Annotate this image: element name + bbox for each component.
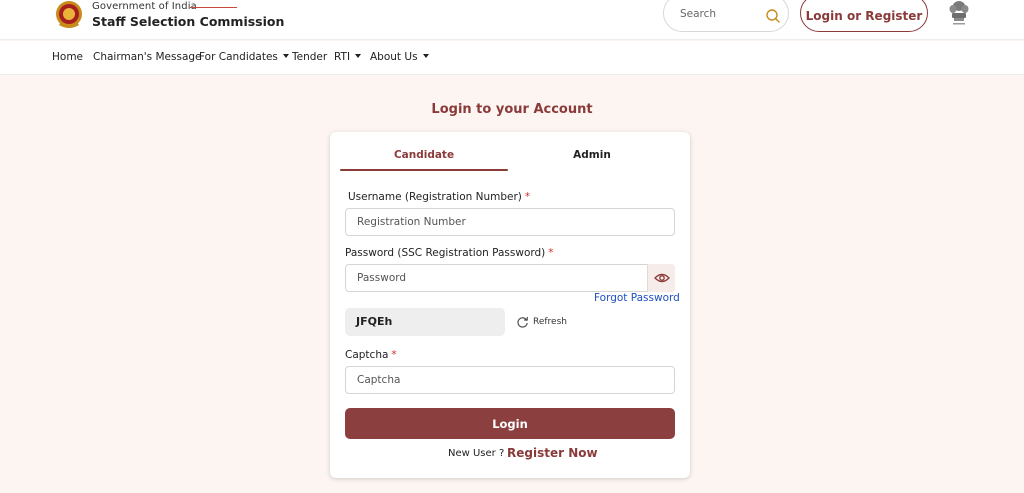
nav-item-about-us[interactable]: About Us [370,51,429,63]
gov-of-india-text: Government of India [92,1,197,12]
nav-item-home[interactable]: Home [52,51,83,63]
forgot-password-link[interactable]: Forgot Password [594,292,680,304]
login-button[interactable]: Login [345,408,675,439]
password-input[interactable] [345,264,675,292]
ssc-emblem-icon[interactable] [52,0,86,30]
password-label: Password (SSC Registration Password) * [345,247,554,259]
nav-item-tender[interactable]: Tender [292,51,327,63]
nav-item-for-candidates[interactable]: For Candidates [199,51,289,63]
top-header: Government of India Staff Selection Comm… [0,0,1024,40]
refresh-icon [517,316,528,328]
nav-item-chairmans-message[interactable]: Chairman's Message [93,51,202,63]
active-tab-indicator [340,169,508,171]
login-or-register-button[interactable]: Login or Register [800,0,928,32]
toggle-password-visibility[interactable] [647,264,675,292]
org-name: Staff Selection Commission [92,14,285,29]
tab-candidate[interactable]: Candidate [340,149,508,161]
new-user-text: New User ? [448,448,505,459]
required-mark: * [524,191,531,203]
eye-icon [654,273,670,283]
refresh-label: Refresh [533,317,567,327]
login-card: Candidate Admin Username (Registration N… [330,132,690,478]
required-mark: * [548,247,554,259]
national-emblem-icon [949,1,969,25]
captcha-image: JFQEh [345,308,505,336]
nav-item-rti[interactable]: RTI [334,51,362,63]
page-title: Login to your Account [431,102,593,117]
search-input[interactable] [680,8,760,20]
gov-text-divider [190,7,237,8]
caret-down-icon [422,54,429,58]
main-nav: Home Chairman's Message For Candidates T… [0,41,1024,75]
username-label: Username (Registration Number) * [348,191,531,203]
username-input[interactable] [345,208,675,236]
caret-down-icon [282,54,289,58]
captcha-label: Captcha * [345,349,397,361]
captcha-input[interactable] [345,366,675,394]
required-mark: * [391,349,397,361]
tab-admin[interactable]: Admin [508,149,676,161]
search-box [663,0,789,32]
search-icon[interactable] [765,8,781,24]
caret-down-icon [355,54,362,58]
register-now-link[interactable]: Register Now [507,446,598,460]
